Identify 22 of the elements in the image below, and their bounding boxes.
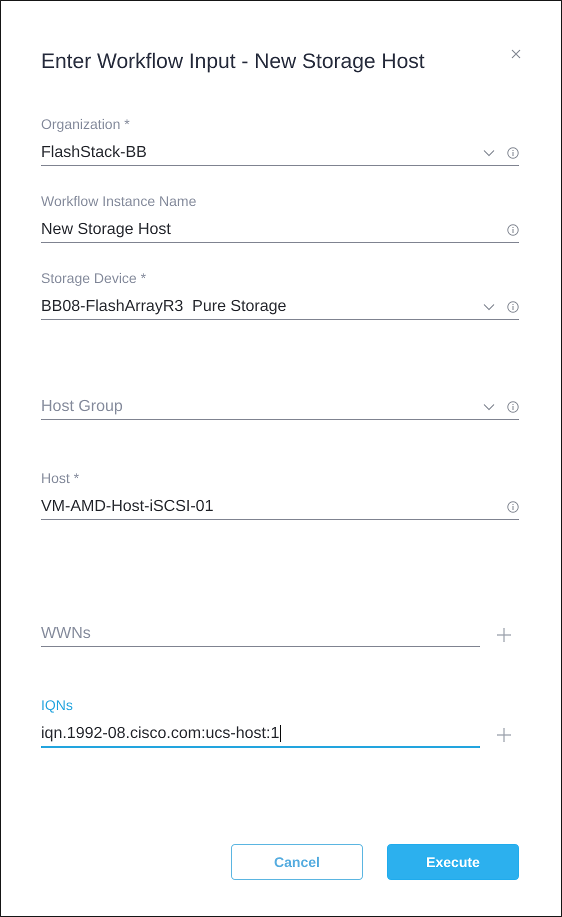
input-field[interactable]: VM-AMD-Host-iSCSI-01 <box>41 495 519 520</box>
close-icon[interactable] <box>511 49 521 59</box>
add-icon[interactable] <box>497 728 511 742</box>
info-icon[interactable] <box>507 501 519 513</box>
field-label: IQNs <box>41 696 73 714</box>
field-label: Organization * <box>41 115 130 133</box>
input-field[interactable]: New Storage Host <box>41 218 519 243</box>
dropdown-field[interactable]: FlashStack-BB <box>41 141 519 166</box>
chevron-down-icon[interactable] <box>483 303 495 311</box>
dropdown-field[interactable]: BB08-FlashArrayR3 Pure Storage <box>41 295 519 320</box>
info-icon[interactable] <box>507 401 519 413</box>
add-icon[interactable] <box>497 628 511 642</box>
info-icon[interactable] <box>507 301 519 313</box>
chevron-down-icon[interactable] <box>483 149 495 157</box>
input-field[interactable]: iqn.1992-08.cisco.com:ucs-host:1 <box>41 722 480 748</box>
dialog-title: Enter Workflow Input - New Storage Host <box>41 49 425 75</box>
chevron-down-icon[interactable] <box>483 403 495 411</box>
field-label: Storage Device * <box>41 269 146 287</box>
info-icon[interactable] <box>507 147 519 159</box>
info-icon[interactable] <box>507 224 519 236</box>
field-label: Workflow Instance Name <box>41 192 196 210</box>
field-label: Host * <box>41 469 80 487</box>
